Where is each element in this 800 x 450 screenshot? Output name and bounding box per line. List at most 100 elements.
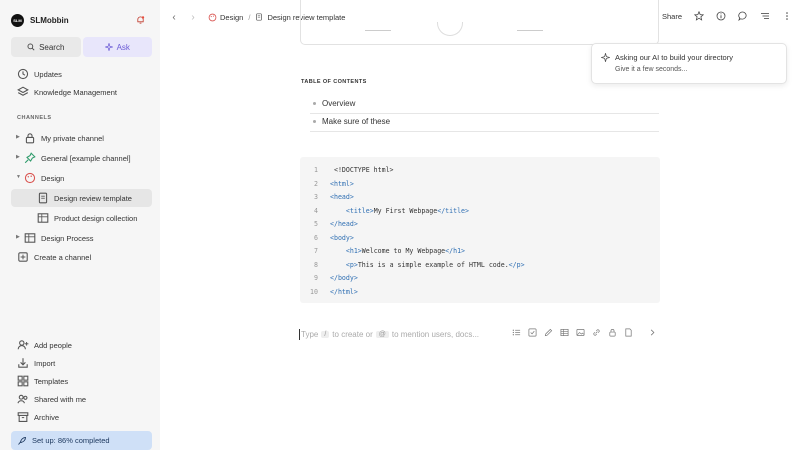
sidebar-item-add-people[interactable]: Add people bbox=[11, 336, 152, 354]
code-line: 9 </body> bbox=[300, 272, 660, 284]
code-line: 10 </html> bbox=[300, 286, 660, 298]
bullet-list-icon[interactable] bbox=[512, 328, 521, 337]
code-line: 2 <html> bbox=[300, 178, 660, 190]
sidebar-item-design-review-template[interactable]: Design review template bbox=[11, 189, 152, 207]
archive-icon bbox=[17, 412, 29, 422]
code-text: </html> bbox=[330, 288, 358, 296]
slash-key-hint: / bbox=[321, 330, 330, 338]
table-icon[interactable] bbox=[560, 328, 569, 337]
sparkle-icon bbox=[104, 43, 113, 51]
sidebar-item-label: My private channel bbox=[41, 133, 104, 143]
add-person-icon bbox=[17, 340, 29, 350]
placeholder-text: to create or bbox=[332, 329, 373, 339]
editor-input[interactable]: Type / to create or @ to mention users, … bbox=[299, 326, 661, 342]
card-line bbox=[517, 30, 543, 31]
code-text: <title>My First Webpage</title> bbox=[330, 207, 469, 215]
sidebar-item-templates[interactable]: Templates bbox=[11, 372, 152, 390]
code-line: 8 <p>This is a simple example of HTML co… bbox=[300, 259, 660, 271]
card-line bbox=[365, 30, 391, 31]
breadcrumb-parent[interactable]: Design bbox=[220, 13, 243, 22]
image-icon[interactable] bbox=[576, 328, 585, 337]
channels-heading: CHANNELS bbox=[17, 115, 52, 121]
comment-icon[interactable] bbox=[738, 11, 748, 21]
search-button[interactable]: Search bbox=[11, 37, 81, 57]
ai-notification-toast: Asking our AI to build your directory Gi… bbox=[591, 43, 787, 84]
toast-title: Asking our AI to build your directory bbox=[615, 53, 733, 62]
code-tag: <body> bbox=[330, 233, 354, 242]
line-number: 3 bbox=[314, 193, 318, 201]
sidebar-item-label: Import bbox=[34, 358, 56, 368]
share-button[interactable]: Share bbox=[662, 12, 682, 21]
templates-icon bbox=[17, 375, 29, 387]
code-tag: </p> bbox=[508, 260, 525, 269]
code-tag: <h1> bbox=[345, 247, 362, 255]
line-number: 6 bbox=[314, 233, 318, 242]
line-number: 9 bbox=[314, 274, 318, 282]
toc-item-overview[interactable]: Overview bbox=[313, 99, 355, 108]
sidebar-item-label: Design review template bbox=[54, 193, 132, 203]
code-content: My First Webpage bbox=[373, 206, 438, 215]
link-icon[interactable] bbox=[592, 328, 601, 337]
setup-progress-banner[interactable]: Set up: 86% completed bbox=[11, 431, 152, 450]
sidebar-item-shared-with-me[interactable]: Shared with me bbox=[11, 390, 152, 408]
code-line: 6 <body> bbox=[300, 232, 660, 244]
sidebar-item-import[interactable]: Import bbox=[11, 354, 152, 372]
toc-heading: TABLE OF CONTENTS bbox=[301, 79, 367, 85]
line-number: 8 bbox=[314, 260, 318, 269]
code-doctype: <!DOCTYPE html> bbox=[333, 166, 394, 174]
code-block[interactable]: 1 <!DOCTYPE html> 2 <html> 3 <head> 4 <tit… bbox=[300, 157, 660, 303]
code-text: </head> bbox=[330, 220, 358, 228]
code-tag: </head> bbox=[330, 220, 358, 228]
line-number: 4 bbox=[314, 206, 318, 215]
sidebar-item-my-private-channel[interactable]: My private channel bbox=[11, 129, 152, 147]
table-of-contents-icon[interactable] bbox=[760, 11, 770, 21]
code-line: 1 <!DOCTYPE html> bbox=[300, 164, 660, 176]
toc-item-make-sure[interactable]: Make sure of these bbox=[313, 117, 390, 126]
sidebar-item-general[interactable]: General [example channel] bbox=[11, 149, 152, 167]
more-vertical-icon[interactable] bbox=[782, 11, 792, 21]
code-tag: <title> bbox=[345, 206, 374, 215]
sidebar-item-label: Updates bbox=[34, 69, 62, 79]
sidebar-item-label: General [example channel] bbox=[41, 153, 131, 163]
bullet bbox=[313, 120, 316, 123]
sidebar-item-design[interactable]: Design bbox=[11, 169, 152, 187]
code-line: 4 <title>My First Webpage</title> bbox=[300, 205, 660, 217]
text-cursor bbox=[299, 328, 300, 340]
template-icon[interactable] bbox=[624, 328, 633, 337]
sidebar-item-product-design-collection[interactable]: Product design collection bbox=[11, 209, 152, 227]
table-icon bbox=[37, 213, 49, 223]
sidebar-item-knowledge-management[interactable]: Knowledge Management bbox=[11, 83, 152, 101]
rocket-icon bbox=[18, 436, 26, 445]
ask-button[interactable]: Ask bbox=[82, 37, 152, 57]
create-icon bbox=[18, 252, 28, 262]
sidebar-item-create-channel[interactable]: Create a channel bbox=[11, 248, 152, 266]
checkbox-icon[interactable] bbox=[528, 328, 537, 337]
pen-icon[interactable] bbox=[544, 328, 553, 337]
sidebar-item-updates[interactable]: Updates bbox=[11, 65, 152, 83]
palette-icon bbox=[208, 13, 217, 21]
chevron-right-icon[interactable] bbox=[648, 328, 657, 337]
back-arrow-icon[interactable]: ‹ bbox=[169, 12, 179, 23]
import-icon bbox=[18, 358, 28, 368]
info-icon[interactable] bbox=[716, 11, 726, 21]
sidebar-item-design-process[interactable]: Design Process bbox=[11, 229, 152, 247]
notification-bell-icon[interactable] bbox=[136, 15, 145, 25]
palette-icon bbox=[24, 172, 36, 184]
workspace-header[interactable]: SLM SLMobbin bbox=[11, 12, 151, 28]
embedded-card bbox=[300, 0, 659, 45]
page-icon bbox=[256, 13, 263, 21]
star-icon[interactable] bbox=[694, 11, 704, 21]
code-tag: <head> bbox=[330, 193, 354, 201]
sidebar-item-label: Product design collection bbox=[54, 213, 138, 223]
line-number: 10 bbox=[310, 287, 318, 296]
code-text: <body> bbox=[330, 234, 354, 242]
card-avatar bbox=[437, 22, 463, 36]
editor-placeholder: Type / to create or @ to mention users, … bbox=[301, 330, 479, 339]
toast-subtitle: Give it a few seconds... bbox=[615, 66, 688, 73]
line-number: 7 bbox=[314, 247, 318, 255]
lock-icon[interactable] bbox=[608, 328, 617, 337]
forward-arrow-icon[interactable]: › bbox=[188, 12, 198, 23]
search-ask-group: Search Ask bbox=[11, 37, 152, 57]
sidebar-item-archive[interactable]: Archive bbox=[11, 408, 152, 426]
